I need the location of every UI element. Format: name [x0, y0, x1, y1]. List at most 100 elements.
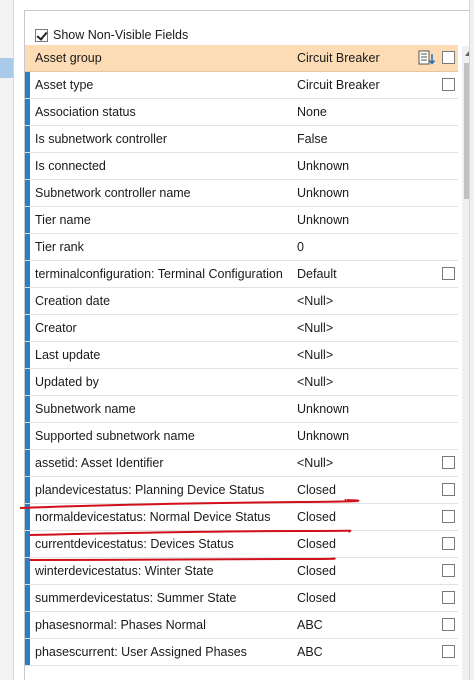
field-value[interactable]: ABC [297, 645, 323, 659]
row-indicator [25, 396, 30, 422]
field-value[interactable]: None [297, 105, 327, 119]
attribute-table: Asset group Circuit Breaker Asset type Ci… [25, 45, 458, 666]
row-indicator [25, 369, 30, 395]
field-name: Asset type [35, 78, 94, 92]
row-indicator [25, 126, 30, 152]
field-name: Creator [35, 321, 77, 335]
attribute-row[interactable]: phasescurrent: User Assigned Phases ABC [25, 639, 458, 666]
attribute-row[interactable]: Creator <Null> [25, 315, 458, 342]
row-indicator [25, 153, 30, 179]
field-name: assetid: Asset Identifier [35, 456, 164, 470]
field-value[interactable]: Unknown [297, 213, 349, 227]
field-value[interactable]: Unknown [297, 402, 349, 416]
row-indicator [25, 504, 30, 530]
attribute-rows: Asset type Circuit Breaker Association sta… [25, 72, 458, 666]
field-name: phasesnormal: Phases Normal [35, 618, 206, 632]
field-visibility-checkbox[interactable] [442, 645, 455, 658]
field-visibility-checkbox[interactable] [442, 618, 455, 631]
attribute-header-row[interactable]: Asset group Circuit Breaker [25, 45, 458, 72]
field-value[interactable]: Unknown [297, 429, 349, 443]
field-value[interactable]: <Null> [297, 348, 333, 362]
field-visibility-checkbox[interactable] [442, 564, 455, 577]
attribute-row[interactable]: Subnetwork name Unknown [25, 396, 458, 423]
attribute-row[interactable]: terminalconfiguration: Terminal Configur… [25, 261, 458, 288]
attribute-row[interactable]: Updated by <Null> [25, 369, 458, 396]
field-name: summerdevicestatus: Summer State [35, 591, 237, 605]
row-indicator [25, 342, 30, 368]
attribute-row[interactable]: Asset type Circuit Breaker [25, 72, 458, 99]
field-visibility-checkbox[interactable] [442, 483, 455, 496]
field-name: Creation date [35, 294, 111, 308]
field-value[interactable]: <Null> [297, 321, 333, 335]
field-value[interactable]: False [297, 132, 328, 146]
field-visibility-checkbox[interactable] [442, 456, 455, 469]
show-non-visible-fields[interactable]: Show Non-Visible Fields [35, 26, 188, 44]
row-indicator [25, 180, 30, 206]
field-value[interactable]: Unknown [297, 159, 349, 173]
field-name: normaldevicestatus: Normal Device Status [35, 510, 271, 524]
show-non-visible-checkbox[interactable] [35, 28, 48, 42]
attribute-row[interactable]: Is subnetwork controller False [25, 126, 458, 153]
field-value[interactable]: ABC [297, 618, 323, 632]
attribute-row[interactable]: Tier rank 0 [25, 234, 458, 261]
field-visibility-checkbox[interactable] [442, 78, 455, 91]
field-name: terminalconfiguration: Terminal Configur… [35, 267, 283, 281]
field-value[interactable]: Unknown [297, 186, 349, 200]
field-name: Is connected [35, 159, 106, 173]
header-field-name: Asset group [35, 51, 102, 65]
field-visibility-checkbox[interactable] [442, 537, 455, 550]
field-visibility-checkbox[interactable] [442, 510, 455, 523]
field-value[interactable]: Closed [297, 591, 336, 605]
header-field-value: Circuit Breaker [297, 51, 380, 65]
row-indicator [25, 261, 30, 287]
attribute-row[interactable]: Association status None [25, 99, 458, 126]
field-visibility-checkbox[interactable] [442, 591, 455, 604]
field-value[interactable]: Circuit Breaker [297, 78, 380, 92]
field-value[interactable]: Closed [297, 510, 336, 524]
attribute-row[interactable]: Supported subnetwork name Unknown [25, 423, 458, 450]
attribute-row[interactable]: normaldevicestatus: Normal Device Status… [25, 504, 458, 531]
field-visibility-checkbox[interactable] [442, 267, 455, 280]
field-value[interactable]: <Null> [297, 294, 333, 308]
row-indicator [25, 234, 30, 260]
row-indicator [25, 450, 30, 476]
left-pane-selected-item[interactable] [0, 58, 13, 78]
attribute-row[interactable]: phasesnormal: Phases Normal ABC [25, 612, 458, 639]
field-name: winterdevicestatus: Winter State [35, 564, 214, 578]
row-indicator [25, 99, 30, 125]
field-value[interactable]: Closed [297, 564, 336, 578]
field-name: Updated by [35, 375, 99, 389]
field-value[interactable]: <Null> [297, 375, 333, 389]
attribute-row[interactable]: currentdevicestatus: Devices Status Close… [25, 531, 458, 558]
attribute-row[interactable]: Creation date <Null> [25, 288, 458, 315]
row-indicator [25, 207, 30, 233]
field-name: plandevicestatus: Planning Device Status [35, 483, 265, 497]
attribute-row[interactable]: summerdevicestatus: Summer State Closed [25, 585, 458, 612]
field-value[interactable]: 0 [297, 240, 304, 254]
field-value[interactable]: Closed [297, 483, 336, 497]
row-indicator [25, 288, 30, 314]
show-non-visible-label: Show Non-Visible Fields [53, 28, 189, 42]
field-value[interactable]: Closed [297, 537, 336, 551]
row-indicator [25, 639, 30, 665]
attributes-panel: Show Non-Visible Fields Asset group Circ… [24, 10, 474, 680]
attribute-row[interactable]: Subnetwork controller name Unknown [25, 180, 458, 207]
field-name: Supported subnetwork name [35, 429, 195, 443]
field-list-icon[interactable] [418, 50, 436, 66]
field-value[interactable]: <Null> [297, 456, 333, 470]
header-row-checkbox[interactable] [442, 51, 455, 64]
row-indicator [25, 585, 30, 611]
field-name: Subnetwork controller name [35, 186, 191, 200]
attribute-row[interactable]: Tier name Unknown [25, 207, 458, 234]
left-pane [0, 0, 14, 680]
attribute-row[interactable]: plandevicestatus: Planning Device Status… [25, 477, 458, 504]
field-name: Tier rank [35, 240, 84, 254]
attribute-row[interactable]: assetid: Asset Identifier <Null> [25, 450, 458, 477]
field-name: currentdevicestatus: Devices Status [35, 537, 234, 551]
attribute-row[interactable]: Last update <Null> [25, 342, 458, 369]
attribute-row[interactable]: winterdevicestatus: Winter State Closed [25, 558, 458, 585]
field-name: Tier name [35, 213, 91, 227]
field-value[interactable]: Default [297, 267, 337, 281]
attribute-row[interactable]: Is connected Unknown [25, 153, 458, 180]
row-indicator [25, 612, 30, 638]
